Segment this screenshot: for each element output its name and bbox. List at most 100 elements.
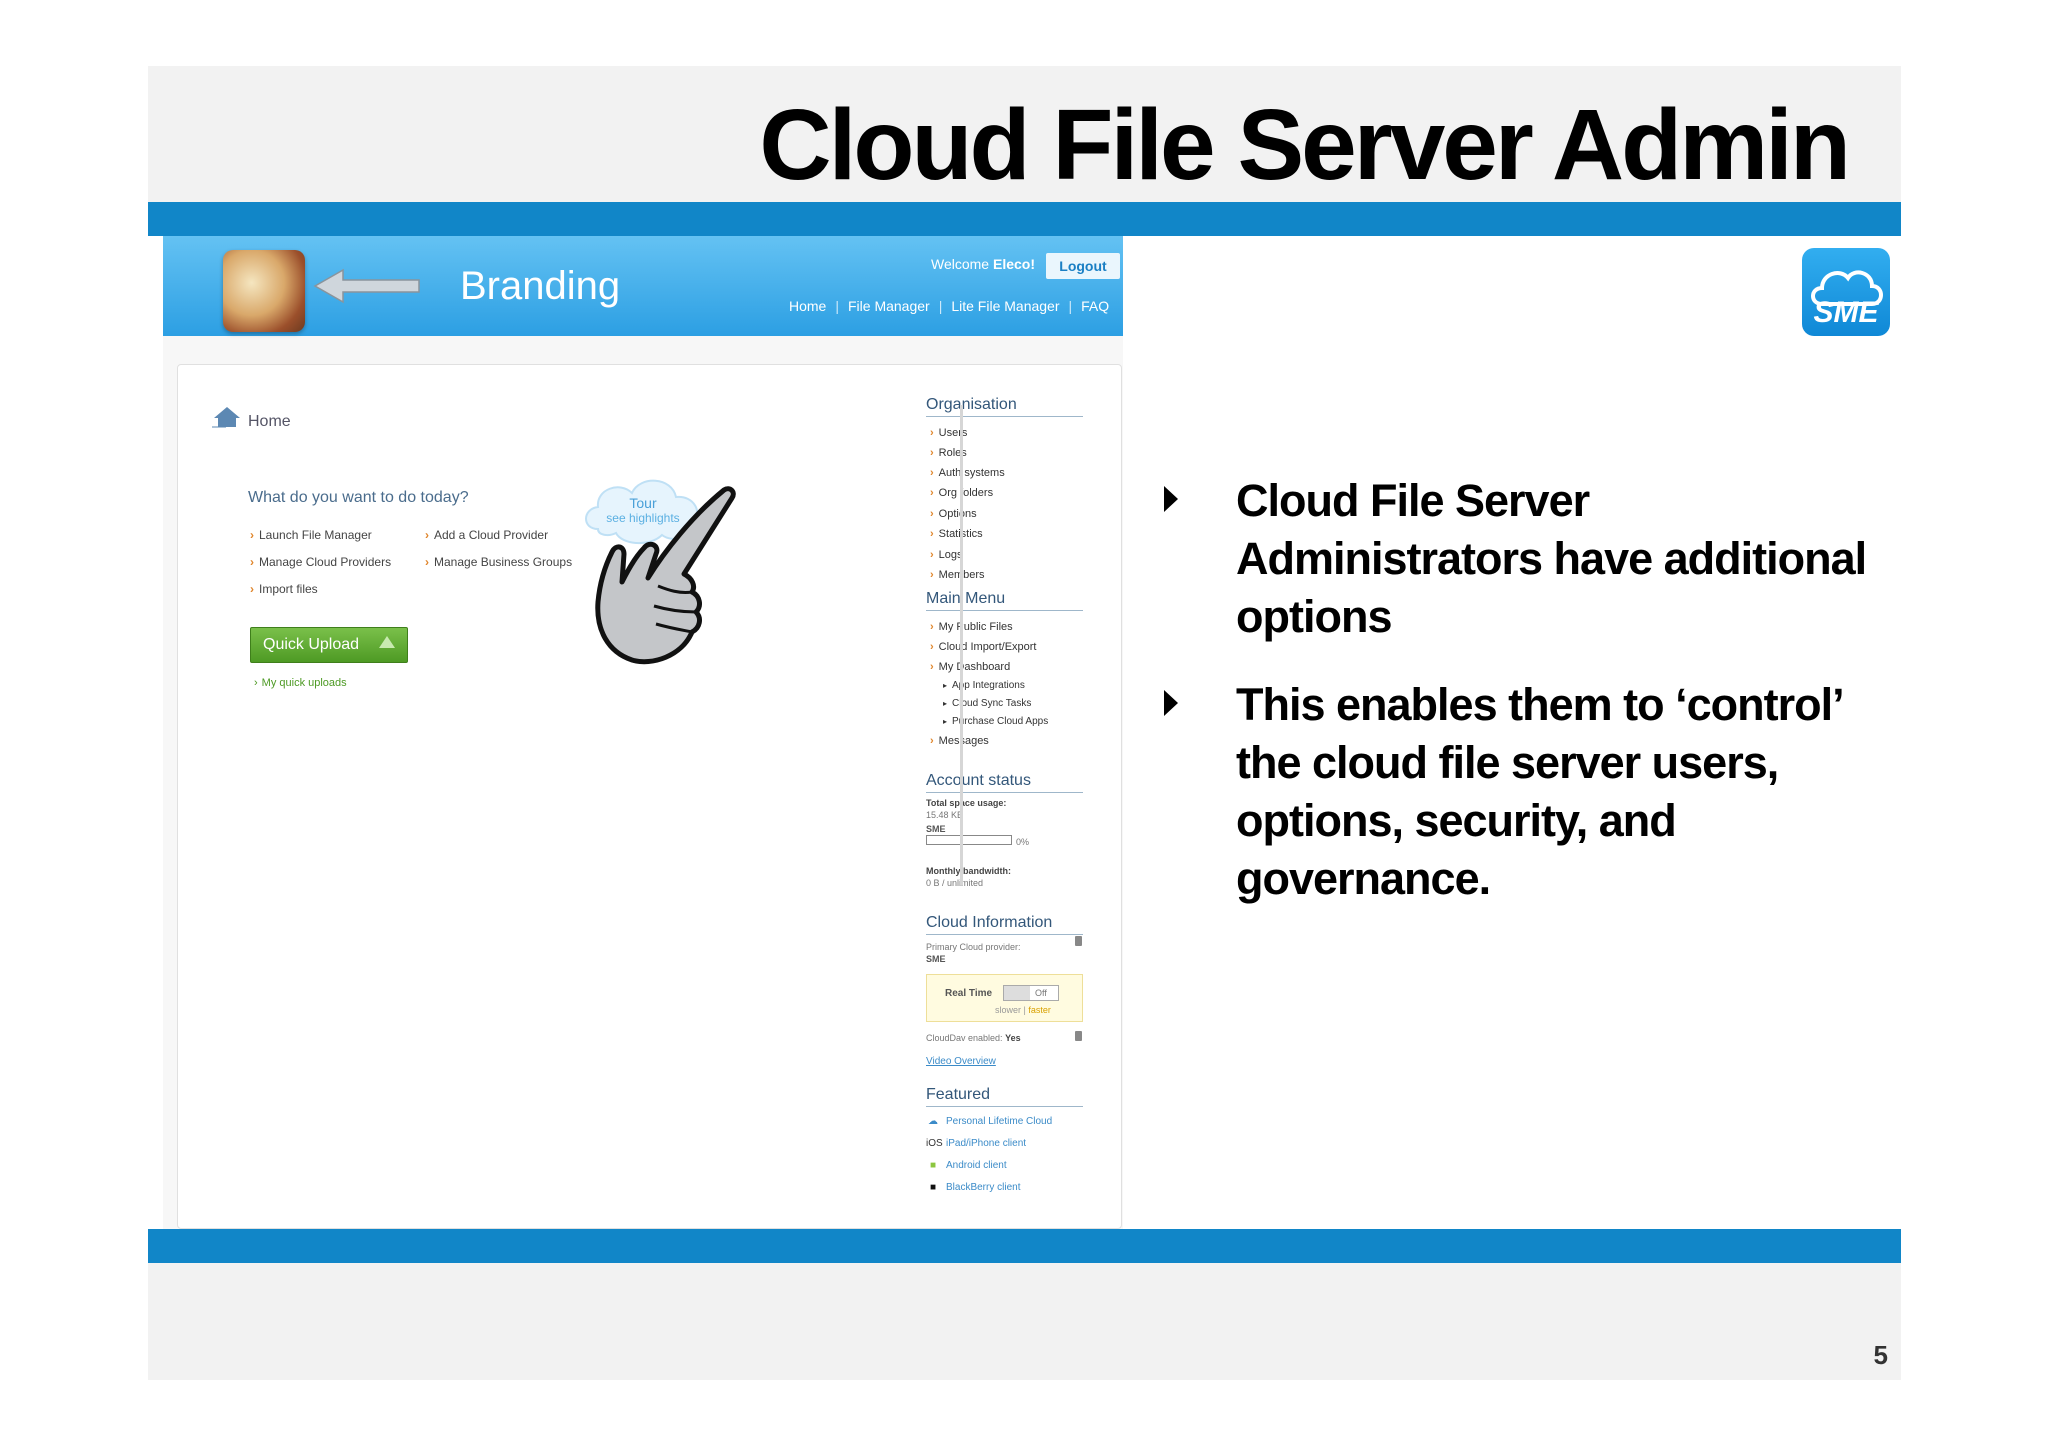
chevron-right-icon: › (254, 677, 258, 689)
organisation-heading: Organisation (926, 396, 1083, 417)
chevron-right-icon: › (425, 555, 429, 569)
menu-subitem-cloud-sync-tasks[interactable]: ▸ Cloud Sync Tasks (943, 698, 1031, 709)
task-add-cloud-provider[interactable]: › Add a Cloud Provider (425, 528, 548, 542)
triangle-bullet-icon (1164, 486, 1178, 512)
trash-icon[interactable] (1075, 936, 1082, 946)
scrollbar[interactable] (960, 405, 963, 885)
chevron-right-icon: › (930, 508, 934, 520)
task-label: Manage Cloud Providers (259, 555, 392, 569)
nav-separator: | (1068, 298, 1073, 314)
my-quick-uploads-link[interactable]: › My quick uploads (254, 677, 347, 689)
featured-android-client[interactable]: ■ Android client (926, 1160, 1007, 1171)
realtime-speed: slower | faster (995, 1005, 1051, 1015)
featured-label: Android client (946, 1160, 1007, 1171)
bullet-item: Cloud File Server Administrators have ad… (1160, 472, 1880, 646)
toggle-knob (1004, 986, 1030, 1000)
sme-logo-text: SME (1813, 296, 1879, 329)
arrow-left-icon (313, 268, 420, 304)
menu-item-my-public-files[interactable]: › My Public Files (930, 621, 1013, 633)
hand-pointer-icon (595, 486, 736, 665)
welcome-text: Welcome Eleco! (931, 256, 1035, 272)
chevron-right-icon: › (425, 528, 429, 542)
upload-arrow-icon (379, 636, 395, 648)
app-screenshot: Branding Welcome Eleco! Logout Home | File… (163, 236, 1123, 1229)
task-label: Manage Business Groups (434, 555, 573, 569)
org-item-auth-systems[interactable]: › Auth systems (930, 467, 1005, 479)
menu-item-cloud-import-export[interactable]: › Cloud Import/Export (930, 641, 1037, 653)
speed-faster: faster (1028, 1005, 1051, 1015)
blackberry-icon: ■ (929, 1182, 937, 1193)
org-item-members[interactable]: ›Members (930, 569, 985, 581)
org-item-statistics[interactable]: ›Statistics (930, 528, 983, 540)
sme-logo: SME (1802, 248, 1890, 336)
realtime-label: Real Time (945, 988, 993, 999)
chevron-right-icon: › (930, 528, 934, 540)
task-label: Import files (259, 582, 318, 596)
branding-label: Branding (460, 264, 621, 308)
slide-title: Cloud File Server Admin (759, 89, 1851, 201)
chevron-right-icon: › (930, 661, 934, 673)
featured-label: Personal Lifetime Cloud (946, 1116, 1053, 1127)
logout-button[interactable]: Logout (1046, 253, 1120, 279)
chevron-right-icon: › (930, 447, 934, 459)
bullet-text: Cloud File Server Administrators have ad… (1236, 475, 1867, 642)
menu-subitem-app-integrations[interactable]: ▸ App Integrations (943, 680, 1025, 691)
welcome-user: Eleco! (992, 256, 1035, 272)
quick-upload-label: Quick Upload (263, 636, 360, 653)
space-usage-label: Total space usage: (926, 798, 1006, 808)
org-item-label: Users (938, 427, 968, 439)
menu-subitem-label: Cloud Sync Tasks (952, 698, 1032, 709)
menu-item-my-dashboard[interactable]: › My Dashboard (930, 661, 1010, 673)
task-manage-cloud-providers[interactable]: › Manage Cloud Providers (250, 555, 391, 569)
chevron-right-icon: › (930, 735, 934, 747)
account-status-heading: Account status (926, 772, 1083, 793)
bullet-item: This enables them to ‘control’ the cloud… (1160, 676, 1880, 908)
bottom-band (148, 1229, 1901, 1263)
org-item-options[interactable]: › Options (930, 508, 977, 520)
bullet-list: Cloud File Server Administrators have ad… (1160, 472, 1880, 908)
task-label: Add a Cloud Provider (434, 528, 549, 542)
top-nav: Home | File Manager | Lite File Manager | FAQ (789, 298, 1109, 314)
menu-subitem-purchase-cloud-apps[interactable]: ▸ Purchase Cloud Apps (943, 716, 1048, 727)
task-import-files[interactable]: › Import files (250, 582, 318, 596)
featured-label: iPad/iPhone client (946, 1138, 1027, 1149)
task-launch-file-manager[interactable]: › Launch File Manager (250, 528, 372, 542)
triangle-right-icon: ▸ (943, 717, 948, 726)
bandwidth-label: Monthly bandwidth: (926, 866, 1011, 876)
quick-upload-button[interactable]: Quick Upload (250, 627, 408, 663)
ios-icon: iOS (926, 1138, 943, 1149)
nav-separator: | (938, 298, 943, 314)
featured-heading: Featured (926, 1086, 1083, 1107)
featured-personal-cloud[interactable]: ☁ Personal Lifetime Cloud (926, 1116, 1052, 1127)
breadcrumb: Home (212, 407, 291, 431)
menu-item-label: My Public Files (938, 621, 1013, 633)
org-item-logs[interactable]: › Logs (930, 549, 963, 561)
realtime-toggle[interactable]: Off (1003, 985, 1059, 1001)
space-usage-label-text: Total space usage: (926, 798, 1007, 808)
video-overview-link[interactable]: Video Overview (926, 1056, 996, 1067)
usage-provider: SME (926, 824, 946, 834)
clouddav-value: Yes (1005, 1033, 1021, 1043)
chevron-right-icon: › (250, 555, 254, 569)
breadcrumb-home[interactable]: Home (248, 413, 291, 430)
realtime-panel: Real Time Off slower | faster (926, 974, 1083, 1022)
bandwidth-label-text: Monthly bandwidth: (926, 866, 1011, 876)
nav-lite-file-manager[interactable]: Lite File Manager (951, 298, 1059, 314)
task-label: Launch File Manager (259, 528, 372, 542)
chevron-right-icon: › (930, 467, 934, 479)
todo-question: What do you want to do today? (248, 489, 469, 506)
android-icon: ■ (929, 1160, 937, 1171)
toggle-state: Off (1035, 988, 1047, 998)
featured-ios-client[interactable]: iOS iPad/iPhone client (926, 1138, 1026, 1149)
clouddav-label: CloudDav enabled: (926, 1033, 1006, 1043)
usage-percent: 0% (1016, 837, 1030, 847)
nav-file-manager[interactable]: File Manager (848, 298, 930, 314)
trash-icon[interactable] (1075, 1031, 1082, 1041)
branding-image (223, 250, 305, 332)
chevron-right-icon: › (930, 549, 934, 561)
task-manage-business-groups[interactable]: › Manage Business Groups (425, 555, 572, 569)
nav-home[interactable]: Home (789, 298, 826, 314)
nav-faq[interactable]: FAQ (1081, 298, 1109, 314)
chevron-right-icon: › (930, 641, 934, 653)
featured-blackberry-client[interactable]: ■ BlackBerry client (926, 1182, 1021, 1193)
